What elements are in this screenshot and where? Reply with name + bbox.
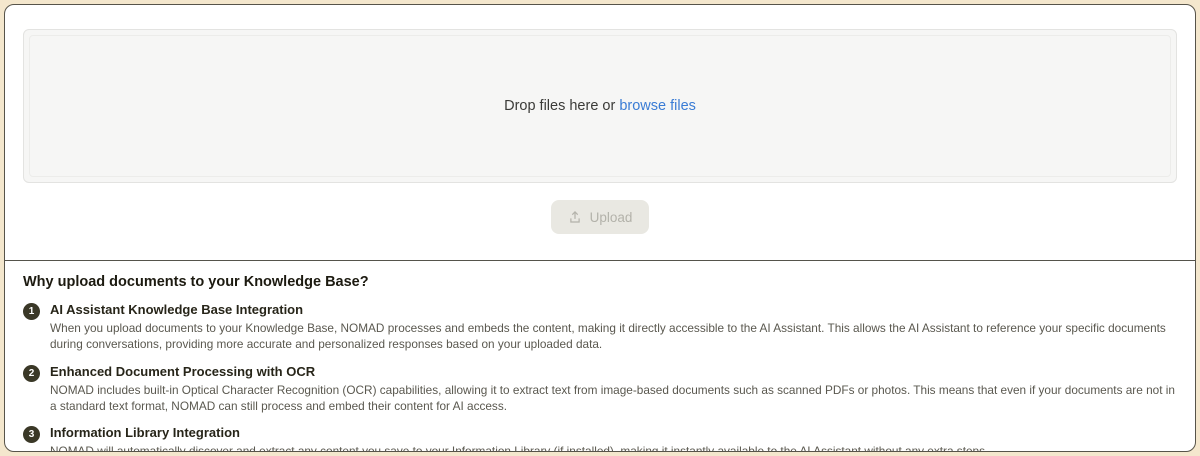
- knowledge-base-upload-card: Drop files here or browse files Upload W…: [4, 4, 1196, 452]
- info-section: Why upload documents to your Knowledge B…: [5, 260, 1195, 452]
- list-item-title: Enhanced Document Processing with OCR: [50, 364, 1175, 379]
- dropzone-prompt-text: Drop files here or: [504, 98, 615, 114]
- upload-button-label: Upload: [590, 210, 633, 225]
- upload-section: Drop files here or browse files Upload: [5, 5, 1195, 260]
- upload-button-row: Upload: [23, 200, 1177, 234]
- number-badge: 3: [23, 426, 40, 443]
- number-badge: 2: [23, 365, 40, 382]
- number-badge: 1: [23, 303, 40, 320]
- dropzone-prompt: Drop files here or browse files: [504, 98, 696, 114]
- info-heading: Why upload documents to your Knowledge B…: [23, 274, 1175, 290]
- list-item: 1 AI Assistant Knowledge Base Integratio…: [23, 302, 1175, 353]
- list-item-title: AI Assistant Knowledge Base Integration: [50, 302, 1175, 317]
- list-item: 2 Enhanced Document Processing with OCR …: [23, 364, 1175, 415]
- browse-files-link[interactable]: browse files: [619, 98, 696, 114]
- list-item-content: Information Library Integration NOMAD wi…: [50, 425, 988, 452]
- upload-button[interactable]: Upload: [551, 200, 650, 234]
- list-item-title: Information Library Integration: [50, 425, 988, 440]
- list-item-description: When you upload documents to your Knowle…: [50, 320, 1175, 353]
- upload-icon: [568, 210, 582, 224]
- file-dropzone[interactable]: Drop files here or browse files: [23, 29, 1177, 183]
- list-item-content: Enhanced Document Processing with OCR NO…: [50, 364, 1175, 415]
- list-item-content: AI Assistant Knowledge Base Integration …: [50, 302, 1175, 353]
- list-item-description: NOMAD includes built-in Optical Characte…: [50, 382, 1175, 415]
- list-item-description: NOMAD will automatically discover and ex…: [50, 443, 988, 452]
- list-item: 3 Information Library Integration NOMAD …: [23, 425, 1175, 452]
